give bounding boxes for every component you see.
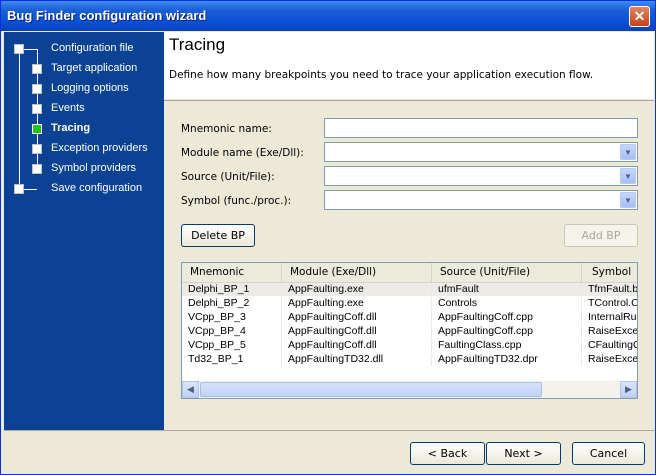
table-cell: AppFaulting.exe — [282, 283, 432, 296]
table-cell: Delphi_BP_1 — [182, 283, 282, 296]
page-title: Tracing — [169, 35, 226, 54]
column-header[interactable]: Mnemonic — [182, 263, 282, 282]
step-icon — [14, 184, 24, 194]
table-row[interactable]: VCpp_BP_5 AppFaultingCoff.dll FaultingClas… — [182, 339, 637, 352]
symbol-label: Symbol (func./proc.): — [181, 195, 292, 207]
table-cell: ufmFault — [432, 283, 582, 296]
step-item: Symbol providers — [51, 162, 136, 174]
step-item: Logging options — [51, 82, 129, 94]
step-item: Configuration file — [51, 42, 134, 54]
chevron-down-icon[interactable]: ▼ — [620, 192, 636, 208]
page-description: Define how many breakpoints you need to … — [169, 69, 594, 81]
table-row[interactable]: Td32_BP_1 AppFaultingTD32.dll AppFaultingT… — [182, 353, 637, 366]
table-cell: Controls — [432, 297, 582, 310]
table-cell: TControl.C — [582, 297, 637, 310]
table-cell: Td32_BP_1 — [182, 353, 282, 366]
footer-divider — [4, 430, 654, 431]
table-cell: FaultingClass.cpp — [432, 339, 582, 352]
steps-sidebar: Configuration file Target application Logg… — [4, 32, 164, 430]
chevron-down-icon[interactable]: ▼ — [620, 144, 636, 160]
table-cell: AppFaultingCoff.cpp — [432, 325, 582, 338]
step-item: Events — [51, 102, 85, 114]
table-cell: TfmFault.b — [582, 283, 637, 296]
close-icon: ✕ — [633, 8, 646, 24]
arrow-left-icon[interactable]: ◀ — [182, 381, 199, 398]
table-cell: RaiseExce — [582, 325, 637, 338]
table-cell: AppFaultingCoff.dll — [282, 311, 432, 324]
cancel-button[interactable]: Cancel — [572, 442, 645, 465]
content-area: Tracing Define how many breakpoints you … — [164, 32, 654, 430]
table-cell: AppFaultingCoff.dll — [282, 325, 432, 338]
table-row[interactable]: VCpp_BP_3 AppFaultingCoff.dll AppFaultingC… — [182, 311, 637, 324]
back-button[interactable]: < Back — [410, 442, 485, 465]
header-divider — [164, 100, 654, 101]
symbol-dropdown[interactable]: ▼ — [324, 190, 638, 210]
step-icon — [32, 164, 42, 174]
breakpoints-table[interactable]: Mnemonic Module (Exe/Dll) Source (Unit/Fil… — [181, 262, 638, 399]
mnemonic-label: Mnemonic name: — [181, 123, 272, 135]
step-item: Save configuration — [51, 182, 143, 194]
delete-bp-button[interactable]: Delete BP — [181, 224, 255, 247]
step-icon — [32, 104, 42, 114]
close-button[interactable]: ✕ — [629, 6, 650, 27]
step-active-icon — [32, 124, 42, 134]
column-header[interactable]: Module (Exe/Dll) — [282, 263, 432, 282]
table-row[interactable]: Delphi_BP_1 AppFaulting.exe ufmFault TfmFau… — [182, 283, 637, 296]
table-cell: AppFaultingCoff.cpp — [432, 311, 582, 324]
step-icon — [14, 44, 24, 54]
step-item: Tracing — [51, 122, 91, 134]
module-label: Module name (Exe/Dll): — [181, 147, 304, 159]
table-cell: AppFaulting.exe — [282, 297, 432, 310]
column-header[interactable]: Symbol — [582, 263, 637, 282]
step-item: Target application — [51, 62, 138, 74]
title-bar[interactable]: Bug Finder configuration wizard ✕ — [1, 1, 655, 31]
source-dropdown[interactable]: ▼ — [324, 166, 638, 186]
window-title: Bug Finder configuration wizard — [7, 8, 207, 23]
step-icon — [32, 84, 42, 94]
table-row[interactable]: VCpp_BP_4 AppFaultingCoff.dll AppFaultingC… — [182, 325, 637, 338]
step-icon — [32, 144, 42, 154]
tree-line — [19, 49, 20, 189]
step-icon — [32, 64, 42, 74]
horizontal-scrollbar[interactable]: ◀ ▶ — [182, 381, 637, 398]
chevron-down-icon[interactable]: ▼ — [620, 168, 636, 184]
module-dropdown[interactable]: ▼ — [324, 142, 638, 162]
table-cell: InternalRu — [582, 311, 637, 324]
table-cell: AppFaultingTD32.dll — [282, 353, 432, 366]
add-bp-button[interactable]: Add BP — [564, 224, 638, 247]
table-header: Mnemonic Module (Exe/Dll) Source (Unit/Fil… — [182, 263, 637, 283]
wizard-window: Bug Finder configuration wizard ✕ Config… — [0, 0, 656, 475]
next-button[interactable]: Next > — [486, 442, 561, 465]
page-header: Tracing Define how many breakpoints you … — [164, 32, 654, 99]
scroll-thumb[interactable] — [200, 382, 542, 397]
source-label: Source (Unit/File): — [181, 171, 275, 183]
table-cell: VCpp_BP_3 — [182, 311, 282, 324]
table-cell: RaiseExce — [582, 353, 637, 366]
table-row[interactable]: Delphi_BP_2 AppFaulting.exe Controls TContr… — [182, 297, 637, 310]
table-cell: VCpp_BP_5 — [182, 339, 282, 352]
table-cell: AppFaultingTD32.dpr — [432, 353, 582, 366]
column-header[interactable]: Source (Unit/File) — [432, 263, 582, 282]
table-cell: VCpp_BP_4 — [182, 325, 282, 338]
table-cell: Delphi_BP_2 — [182, 297, 282, 310]
arrow-right-icon[interactable]: ▶ — [620, 381, 637, 398]
table-cell: CFaultingC — [582, 339, 637, 352]
table-cell: AppFaultingCoff.dll — [282, 339, 432, 352]
step-item: Exception providers — [51, 142, 148, 154]
mnemonic-input[interactable] — [324, 118, 638, 138]
